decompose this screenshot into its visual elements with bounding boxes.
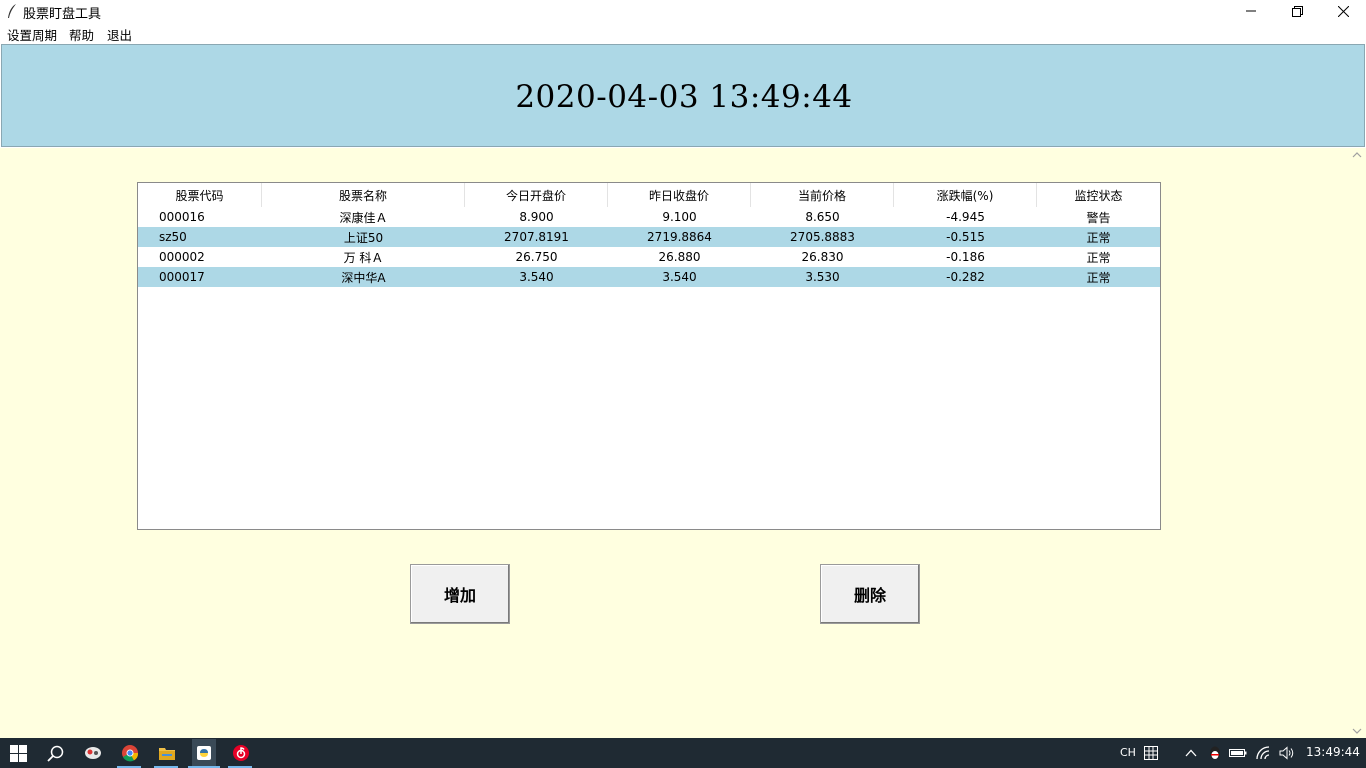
- cell-name: 万 科Ａ: [343, 250, 384, 265]
- cell-code: 000016: [159, 210, 205, 224]
- cell-change: -0.515: [946, 230, 985, 244]
- restore-icon: [1291, 5, 1303, 17]
- battery-icon[interactable]: [1227, 742, 1249, 764]
- file-explorer-icon[interactable]: [156, 742, 178, 764]
- close-button[interactable]: [1320, 0, 1366, 22]
- cell-prev-close: 3.540: [662, 270, 697, 284]
- column-header[interactable]: 股票名称: [262, 183, 465, 207]
- cell-current: 3.530: [805, 270, 840, 284]
- cell-prev-close: 9.100: [662, 210, 697, 224]
- stock-table: 股票代码 股票名称 今日开盘价 昨日收盘价 当前价格 涨跌幅(%) 监控状态 0…: [137, 182, 1161, 530]
- title-bar: 股票盯盘工具: [0, 0, 1366, 22]
- table-row[interactable]: 000017 深中华A 3.540 3.540 3.530 -0.282 正常: [138, 267, 1160, 287]
- column-header[interactable]: 今日开盘价: [465, 183, 608, 207]
- chevron-up-icon[interactable]: [1180, 742, 1202, 764]
- taskbar-clock[interactable]: 13:49:44: [1306, 745, 1360, 759]
- cell-status: 警告: [1086, 210, 1111, 225]
- cell-code: 000017: [159, 270, 205, 284]
- taskbar: CH 13:49:44: [0, 738, 1366, 768]
- cell-open: 2707.8191: [504, 230, 569, 244]
- cell-status: 正常: [1086, 270, 1111, 285]
- menu-exit[interactable]: 退出: [107, 25, 132, 44]
- cell-current: 8.650: [805, 210, 840, 224]
- vertical-scrollbar[interactable]: [1349, 148, 1366, 738]
- qq-icon[interactable]: [1204, 742, 1226, 764]
- window-title: 股票盯盘工具: [23, 7, 102, 22]
- cell-current: 26.830: [801, 250, 844, 264]
- cell-code: 000002: [159, 250, 205, 264]
- cell-change: -0.186: [946, 250, 985, 264]
- cell-status: 正常: [1086, 250, 1111, 265]
- cell-name: 深中华A: [341, 270, 386, 285]
- add-button[interactable]: 增加: [410, 564, 510, 624]
- python-icon[interactable]: [192, 739, 216, 767]
- cell-change: -4.945: [946, 210, 985, 224]
- windows-start-icon[interactable]: [7, 742, 29, 764]
- cell-status: 正常: [1086, 230, 1111, 245]
- menu-bar: 设置周期 帮助 退出: [0, 22, 1366, 44]
- feather-app-icon: [8, 4, 16, 18]
- minimize-icon: [1246, 10, 1256, 12]
- menu-help[interactable]: 帮助: [69, 25, 94, 44]
- table-header: 股票代码 股票名称 今日开盘价 昨日收盘价 当前价格 涨跌幅(%) 监控状态: [138, 183, 1160, 207]
- table-body: 000016 深康佳Ａ 8.900 9.100 8.650 -4.945 警告 …: [138, 207, 1160, 287]
- delete-button[interactable]: 删除: [820, 564, 920, 624]
- volume-icon[interactable]: [1276, 742, 1298, 764]
- app-icon[interactable]: [82, 742, 104, 764]
- cell-change: -0.282: [946, 270, 985, 284]
- menu-set-period[interactable]: 设置周期: [7, 25, 57, 44]
- column-header[interactable]: 涨跌幅(%): [894, 183, 1037, 207]
- column-header[interactable]: 当前价格: [751, 183, 894, 207]
- netease-music-icon[interactable]: [230, 742, 252, 764]
- close-icon: [1337, 5, 1349, 17]
- cell-code: sz50: [159, 230, 187, 244]
- column-header[interactable]: 昨日收盘价: [608, 183, 751, 207]
- column-header[interactable]: 监控状态: [1037, 183, 1160, 207]
- cell-prev-close: 26.880: [658, 250, 701, 264]
- ime-indicator[interactable]: CH: [1120, 746, 1136, 759]
- datetime-display: 2020-04-03 13:49:44: [515, 79, 853, 115]
- cell-name: 深康佳Ａ: [339, 210, 388, 225]
- column-header[interactable]: 股票代码: [138, 183, 262, 207]
- cell-open: 26.750: [515, 250, 558, 264]
- cell-current: 2705.8883: [790, 230, 855, 244]
- scroll-up-icon[interactable]: [1352, 152, 1362, 158]
- cell-open: 3.540: [519, 270, 554, 284]
- cell-open: 8.900: [519, 210, 554, 224]
- search-icon[interactable]: [44, 742, 66, 764]
- cell-prev-close: 2719.8864: [647, 230, 712, 244]
- clock-panel: 2020-04-03 13:49:44: [1, 44, 1365, 147]
- table-row[interactable]: sz50 上证50 2707.8191 2719.8864 2705.8883 …: [138, 227, 1160, 247]
- table-row[interactable]: 000002 万 科Ａ 26.750 26.880 26.830 -0.186 …: [138, 247, 1160, 267]
- keyboard-layout-icon[interactable]: [1140, 742, 1162, 764]
- restore-button[interactable]: [1274, 0, 1320, 22]
- scroll-down-icon[interactable]: [1352, 728, 1362, 734]
- wifi-icon[interactable]: [1253, 742, 1275, 764]
- chrome-icon[interactable]: [119, 742, 141, 764]
- minimize-button[interactable]: [1228, 0, 1274, 22]
- table-row[interactable]: 000016 深康佳Ａ 8.900 9.100 8.650 -4.945 警告: [138, 207, 1160, 227]
- cell-name: 上证50: [343, 230, 384, 245]
- main-area: 股票代码 股票名称 今日开盘价 昨日收盘价 当前价格 涨跌幅(%) 监控状态 0…: [0, 148, 1366, 738]
